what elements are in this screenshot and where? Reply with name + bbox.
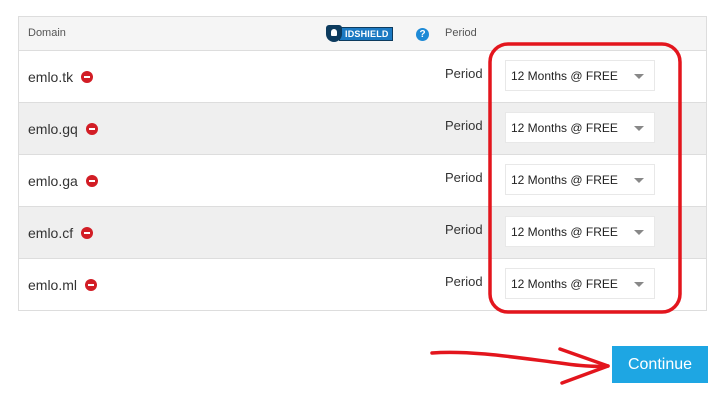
- header-period: Period: [445, 27, 477, 39]
- table-row: emlo.gq Period 12 Months @ FREE: [19, 103, 706, 155]
- annotation-arrow-head: [558, 347, 610, 385]
- header-domain: Domain: [28, 27, 66, 39]
- page: Domain IDSHIELD ? Period emlo.tk Period …: [0, 0, 724, 408]
- period-select-value: 12 Months @ FREE: [511, 225, 618, 239]
- period-select[interactable]: 12 Months @ FREE: [505, 268, 655, 299]
- period-label: Period: [445, 274, 483, 289]
- remove-icon[interactable]: [85, 279, 98, 291]
- period-select-value: 12 Months @ FREE: [511, 69, 618, 83]
- period-select-value: 12 Months @ FREE: [511, 121, 618, 135]
- idshield-logo: IDSHIELD: [326, 25, 393, 42]
- table-row: emlo.cf Period 12 Months @ FREE: [19, 207, 706, 259]
- domain-label: emlo.gq: [28, 121, 78, 137]
- remove-icon[interactable]: [81, 71, 94, 83]
- period-select-value: 12 Months @ FREE: [511, 173, 618, 187]
- table-row: emlo.ga Period 12 Months @ FREE: [19, 155, 706, 207]
- table-row: emlo.tk Period 12 Months @ FREE: [19, 51, 706, 103]
- chevron-down-icon: [634, 282, 644, 287]
- chevron-down-icon: [634, 178, 644, 183]
- domain-name: emlo.gq: [28, 121, 98, 137]
- remove-icon[interactable]: [85, 123, 98, 135]
- domain-name: emlo.ml: [28, 277, 98, 293]
- help-icon[interactable]: ?: [416, 28, 429, 41]
- remove-icon[interactable]: [85, 175, 98, 187]
- continue-button[interactable]: Continue: [612, 346, 708, 383]
- remove-icon[interactable]: [81, 227, 94, 239]
- chevron-down-icon: [634, 74, 644, 79]
- domain-label: emlo.ga: [28, 173, 78, 189]
- annotation-arrow-line: [430, 350, 610, 369]
- chevron-down-icon: [634, 126, 644, 131]
- chevron-down-icon: [634, 230, 644, 235]
- domain-table: Domain IDSHIELD ? Period emlo.tk Period …: [18, 16, 707, 311]
- period-label: Period: [445, 66, 483, 81]
- period-select-value: 12 Months @ FREE: [511, 277, 618, 291]
- domain-name: emlo.cf: [28, 225, 94, 241]
- period-select[interactable]: 12 Months @ FREE: [505, 112, 655, 143]
- period-label: Period: [445, 222, 483, 237]
- period-select[interactable]: 12 Months @ FREE: [505, 216, 655, 247]
- period-label: Period: [445, 118, 483, 133]
- domain-name: emlo.ga: [28, 173, 98, 189]
- table-row: emlo.ml Period 12 Months @ FREE: [19, 259, 706, 310]
- shield-icon: [326, 25, 342, 42]
- domain-name: emlo.tk: [28, 69, 94, 85]
- period-label: Period: [445, 170, 483, 185]
- domain-label: emlo.cf: [28, 225, 74, 241]
- domain-label: emlo.tk: [28, 69, 74, 85]
- idshield-label: IDSHIELD: [339, 26, 393, 41]
- period-select[interactable]: 12 Months @ FREE: [505, 60, 655, 91]
- period-select[interactable]: 12 Months @ FREE: [505, 164, 655, 195]
- table-header: Domain IDSHIELD ? Period: [19, 17, 706, 51]
- domain-label: emlo.ml: [28, 277, 78, 293]
